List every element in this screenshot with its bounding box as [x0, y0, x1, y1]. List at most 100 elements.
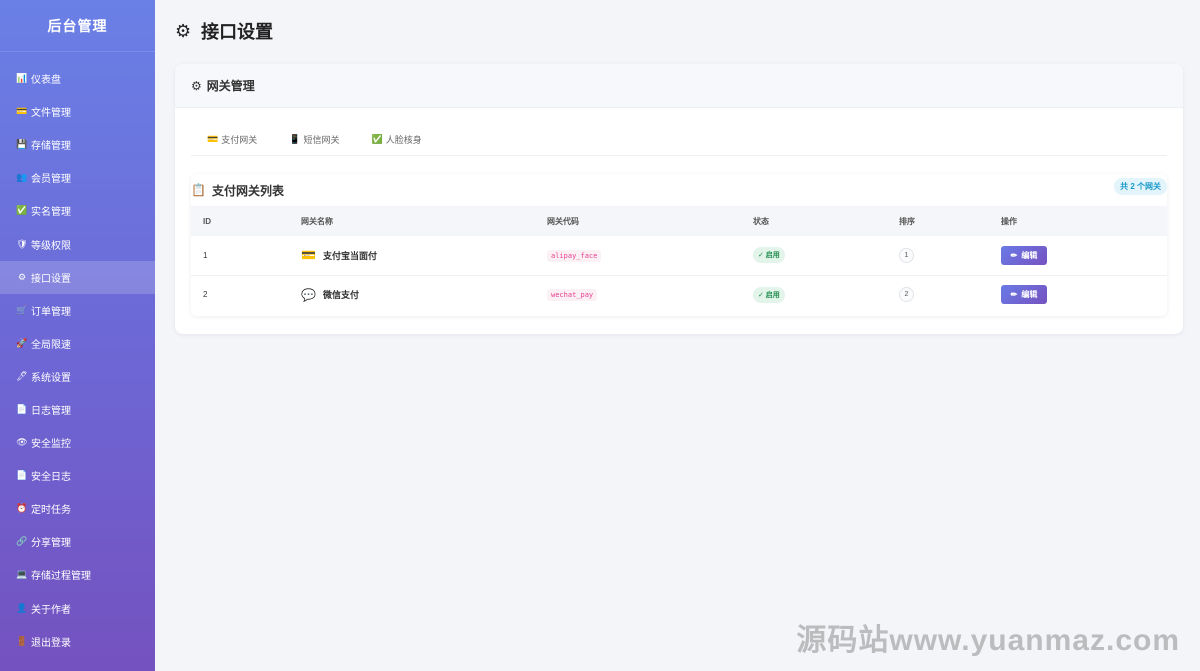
clipboard-icon: 📋: [191, 183, 206, 197]
rocket-icon: 🚀: [16, 337, 28, 348]
sidebar-item-files[interactable]: 💳 文件管理: [0, 95, 155, 128]
gear-icon: ⚙: [17, 271, 27, 282]
gateway-list-header: 📋 支付网关列表 共 2 个网关: [191, 174, 1167, 206]
sidebar-item-shares[interactable]: 🔗 分享管理: [0, 525, 155, 558]
column-header-name: 网关名称: [301, 216, 333, 226]
sidebar-item-label: 仪表盘: [31, 75, 61, 87]
column-header-actions: 操作: [1001, 216, 1017, 226]
tab-label: 支付网关: [221, 135, 258, 145]
sidebar-item-label: 定时任务: [31, 505, 71, 517]
sidebar-item-stored-procedures[interactable]: 💻 存储过程管理: [0, 558, 155, 591]
sidebar-item-label: 关于作者: [31, 604, 71, 616]
sidebar-item-logs[interactable]: 📄 日志管理: [0, 393, 155, 426]
gateway-name-text: 支付宝当面付: [322, 250, 377, 261]
sidebar-item-label: 文件管理: [31, 108, 71, 120]
sort-order: 2: [899, 287, 914, 303]
sidebar-item-label: 订单管理: [31, 306, 71, 318]
edit-button-label: 编辑: [1021, 250, 1038, 260]
sidebar-item-label: 存储管理: [31, 141, 71, 153]
sidebar-item-label: 接口设置: [31, 273, 71, 285]
sidebar-item-label: 退出登录: [31, 637, 71, 649]
cell-actions: ✏ 编辑: [989, 275, 1167, 314]
tab-payment-gateway[interactable]: 💳 支付网关: [191, 133, 273, 146]
sidebar-item-realname[interactable]: ✅ 实名管理: [0, 194, 155, 227]
sidebar-item-about[interactable]: 👤 关于作者: [0, 592, 155, 625]
gateway-list-title-text: 支付网关列表: [211, 183, 284, 198]
gateway-code: wechat_pay: [547, 289, 598, 302]
gateway-card: ⚙ 网关管理 💳 支付网关 📱 短信网关 ✅ 人脸核身 📋 支付网关列表 共 2…: [175, 64, 1183, 334]
link-icon: 🔗: [16, 536, 28, 547]
check-icon: ✅: [371, 134, 383, 144]
sidebar-item-label: 系统设置: [31, 372, 71, 384]
gear-icon: ⚙: [191, 78, 202, 93]
sidebar-item-storage[interactable]: 💾 存储管理: [0, 128, 155, 161]
pencil-icon: ✏: [1010, 290, 1018, 300]
page-title-text: 接口设置: [201, 22, 274, 42]
column-header-status: 状态: [753, 216, 769, 226]
sidebar-menu: 📊 仪表盘 💳 文件管理 💾 存储管理 👥 会员管理 ✅ 实名管理 🛡 等级权限…: [0, 52, 155, 658]
sidebar-item-security-logs[interactable]: 📄 安全日志: [0, 459, 155, 492]
cell-id: 2: [203, 290, 208, 300]
table-row: 2 💬 微信支付 wechat_pay ✓ 启用 2 ✏ 编辑: [191, 275, 1167, 314]
card-header-title: 网关管理: [206, 79, 255, 93]
chart-icon: 📊: [16, 73, 28, 84]
gateway-tabs: 💳 支付网关 📱 短信网关 ✅ 人脸核身: [191, 124, 1167, 156]
pencil-icon: ✏: [1010, 250, 1018, 260]
column-header-id: ID: [203, 216, 211, 226]
pen-icon: 🖊: [16, 370, 28, 381]
status-badge: ✓ 启用: [753, 286, 785, 303]
sidebar-item-api-settings[interactable]: ⚙ 接口设置: [0, 260, 155, 294]
door-icon: 🚪: [16, 635, 28, 646]
tab-sms-gateway[interactable]: 📱 短信网关: [273, 133, 355, 146]
laptop-icon: 💻: [16, 569, 28, 580]
sidebar-item-logout[interactable]: 🚪 退出登录: [0, 625, 155, 658]
document-icon: 📄: [16, 403, 28, 414]
sidebar-item-system-settings[interactable]: 🖊 系统设置: [0, 360, 155, 393]
sidebar-item-label: 安全日志: [31, 472, 71, 484]
sidebar-item-label: 安全监控: [31, 439, 71, 451]
sidebar-item-label: 会员管理: [31, 174, 71, 186]
cell-code: alipay_face: [535, 236, 741, 275]
gateway-name: 💬 微信支付: [301, 288, 534, 302]
sidebar-item-security-monitor[interactable]: 👁 安全监控: [0, 426, 155, 459]
sidebar-item-label: 实名管理: [31, 207, 71, 219]
cell-name: 💳 支付宝当面付: [289, 236, 535, 275]
eye-icon: 👁: [16, 437, 28, 448]
cell-actions: ✏ 编辑: [989, 236, 1167, 275]
gear-icon: ⚙: [175, 20, 192, 41]
sidebar-item-members[interactable]: 👥 会员管理: [0, 161, 155, 194]
gateway-code: alipay_face: [547, 249, 602, 262]
sidebar-item-label: 存储过程管理: [31, 571, 91, 583]
disk-icon: 💾: [16, 139, 28, 150]
tab-label: 短信网关: [303, 135, 340, 145]
sidebar-item-dashboard[interactable]: 📊 仪表盘: [0, 62, 155, 95]
cell-sort: 1: [887, 236, 989, 275]
card-icon: 💳: [207, 134, 219, 144]
sidebar-item-label: 分享管理: [31, 538, 71, 550]
page-title: ⚙ 接口设置: [175, 18, 273, 44]
tab-face-verification[interactable]: ✅ 人脸核身: [355, 133, 437, 146]
sidebar-item-scheduled-tasks[interactable]: ⏰ 定时任务: [0, 492, 155, 525]
tab-label: 人脸核身: [385, 135, 422, 145]
column-header-sort: 排序: [899, 216, 915, 226]
edit-button-label: 编辑: [1021, 290, 1038, 300]
card-icon: 💳: [16, 106, 28, 117]
users-icon: 👥: [16, 172, 28, 183]
cell-status: ✓ 启用: [741, 275, 887, 314]
gateway-name-text: 微信支付: [322, 290, 359, 301]
edit-button[interactable]: ✏ 编辑: [1001, 245, 1047, 265]
cell-id: 1: [203, 250, 208, 260]
sidebar-item-levels[interactable]: 🛡 等级权限: [0, 227, 155, 260]
card-icon: 💳: [301, 248, 316, 263]
shield-icon: 🛡: [16, 238, 28, 249]
edit-button[interactable]: ✏ 编辑: [1001, 285, 1047, 305]
column-header-code: 网关代码: [547, 216, 579, 226]
sidebar-item-speed-limit[interactable]: 🚀 全局限速: [0, 327, 155, 360]
sidebar-item-label: 等级权限: [31, 240, 71, 252]
cell-code: wechat_pay: [535, 275, 741, 314]
cart-icon: 🛒: [16, 304, 28, 315]
brand-title: 后台管理: [0, 0, 155, 52]
sort-order: 1: [899, 247, 914, 263]
sidebar-item-label: 日志管理: [31, 405, 71, 417]
sidebar-item-orders[interactable]: 🛒 订单管理: [0, 294, 155, 327]
